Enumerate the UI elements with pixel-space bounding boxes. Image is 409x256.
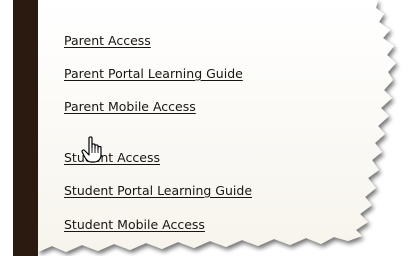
link-student-portal-learning-guide[interactable]: Student Portal Learning Guide [64, 183, 252, 198]
link-parent-mobile-access[interactable]: Parent Mobile Access [64, 99, 196, 114]
screenshot-frame: Parent Access Parent Portal Learning Gui… [0, 0, 409, 256]
link-student-mobile-access[interactable]: Student Mobile Access [64, 217, 205, 232]
left-sidebar-strip [13, 0, 38, 256]
link-student-access[interactable]: Student Access [64, 150, 160, 165]
link-parent-access[interactable]: Parent Access [64, 33, 151, 48]
link-parent-portal-learning-guide[interactable]: Parent Portal Learning Guide [64, 66, 243, 81]
hand-pointer-icon [81, 136, 102, 163]
